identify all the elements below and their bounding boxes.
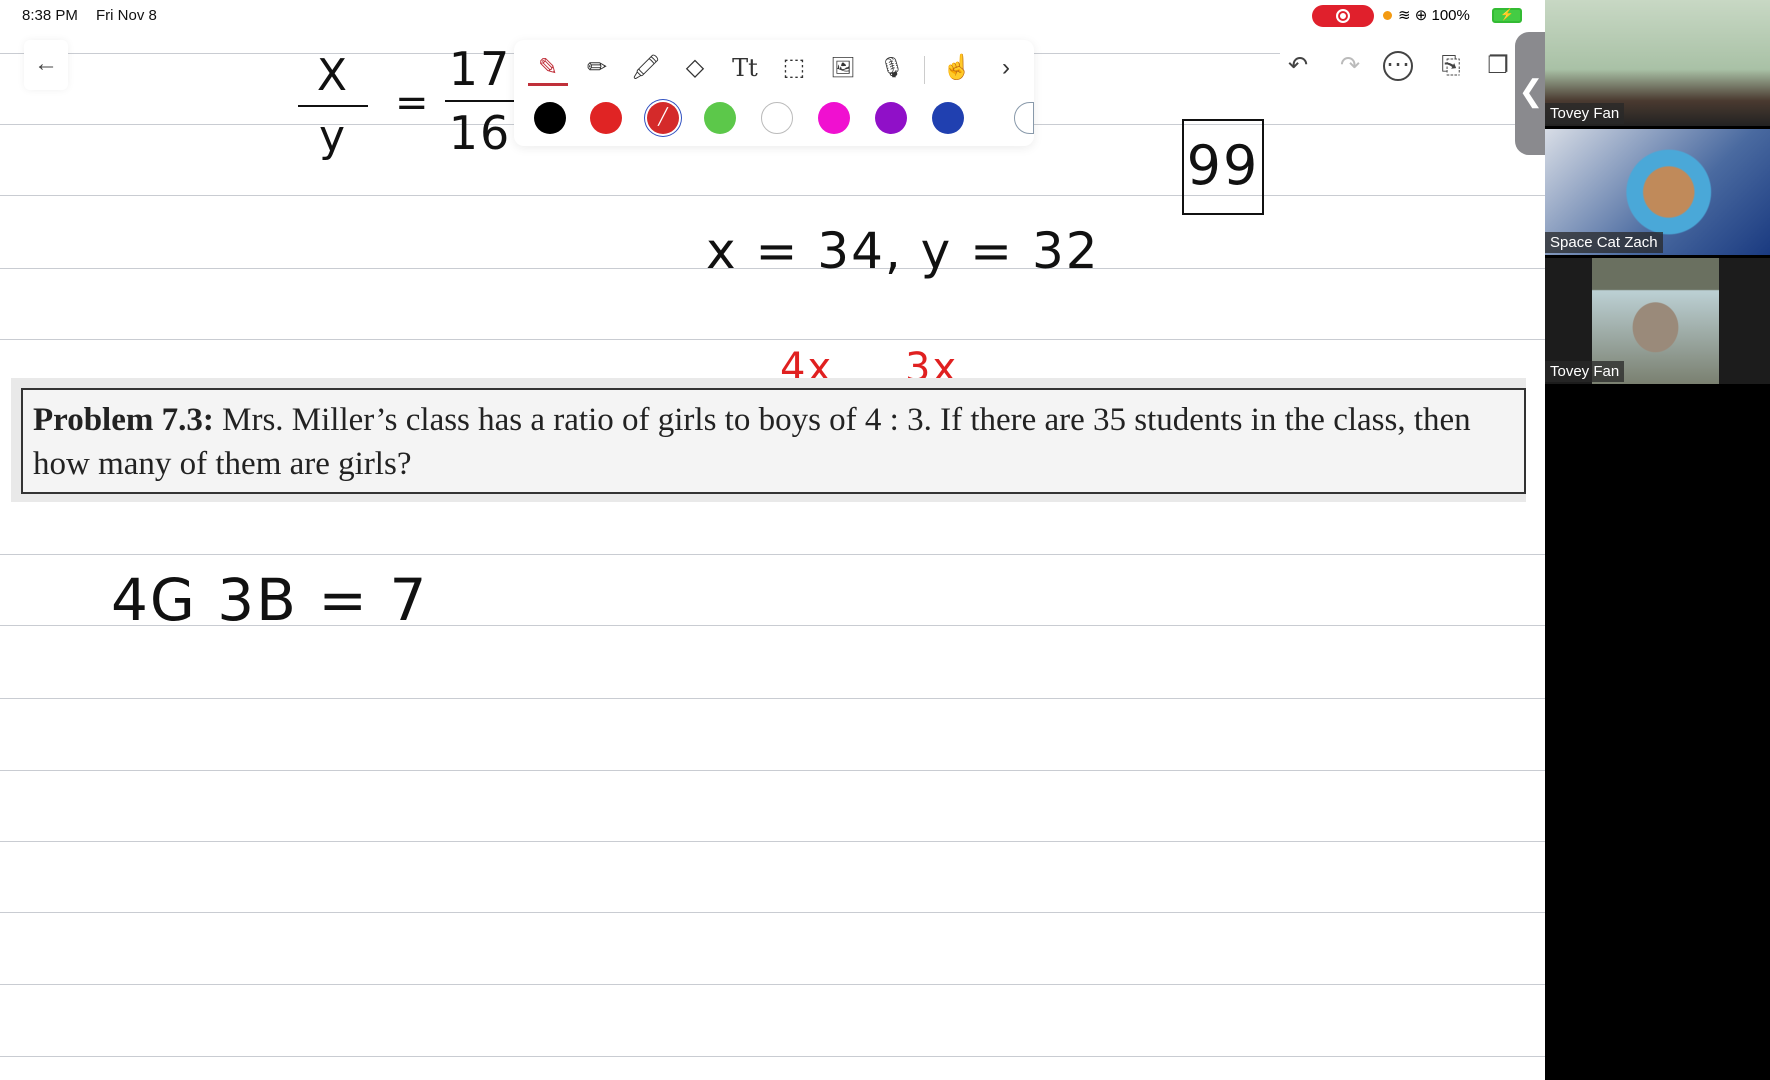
ruled-line	[0, 554, 1545, 555]
more-options-icon[interactable]: ⋯	[1383, 51, 1413, 81]
back-button[interactable]: ←	[24, 40, 68, 90]
status-date: Fri Nov 8	[96, 7, 157, 24]
handwritten-work: 4G 3B = 7	[111, 566, 429, 634]
fraction-numerator: 17	[448, 42, 512, 96]
problem-text: Mrs. Miller’s class has a ratio of girls…	[33, 402, 1471, 482]
color-green[interactable]	[704, 102, 736, 134]
ruled-line	[0, 770, 1545, 771]
right-toolbar: ↶ ↷ ⋯ ⎘ ❐	[1280, 40, 1520, 90]
color-white[interactable]	[761, 102, 793, 134]
lasso-select-icon[interactable]: ⬚	[774, 48, 814, 88]
fraction-denominator: y	[318, 111, 348, 162]
highlighter-tool-icon[interactable]: 🖍	[626, 48, 666, 88]
redo-icon[interactable]: ↷	[1332, 48, 1368, 84]
handwritten-solution: x = 34, y = 32	[706, 222, 1100, 280]
custom-color-button[interactable]	[1014, 102, 1034, 134]
participant-name: Tovey Fan	[1545, 361, 1625, 382]
divider	[924, 56, 925, 84]
pencil-tool-icon[interactable]: ✏	[577, 48, 617, 88]
participant-name: Space Cat Zach	[1545, 232, 1663, 253]
ruled-line	[0, 841, 1545, 842]
undo-icon[interactable]: ↶	[1280, 48, 1316, 84]
video-panel-toggle[interactable]: ❮	[1515, 32, 1547, 155]
ruled-line	[0, 195, 1545, 196]
image-icon[interactable]: 🖼	[823, 48, 863, 88]
ruled-line	[0, 984, 1545, 985]
ruled-line	[0, 912, 1545, 913]
video-tile[interactable]: Tovey Fan	[1545, 258, 1770, 384]
color-magenta[interactable]	[818, 102, 850, 134]
pages-icon[interactable]: ❐	[1480, 48, 1516, 84]
video-tile[interactable]: Space Cat Zach	[1545, 129, 1770, 255]
microphone-icon[interactable]: 🎙	[872, 48, 912, 88]
color-purple[interactable]	[875, 102, 907, 134]
handwritten-fraction-17-16: 17 16	[445, 42, 515, 160]
text-tool-icon[interactable]: Tt	[725, 48, 765, 88]
video-participants-panel: Tovey Fan Space Cat Zach Tovey Fan	[1545, 0, 1770, 1080]
video-tile[interactable]: Tovey Fan	[1545, 0, 1770, 126]
mic-indicator-dot	[1383, 11, 1392, 20]
handwritten-equals: =	[395, 80, 431, 126]
status-time: 8:38 PM	[22, 7, 78, 24]
color-red[interactable]	[590, 102, 622, 134]
drawing-toolbar: ✎ ✏ 🖍 ◇ Tt ⬚ 🖼 🎙 ☝ › ╱	[514, 40, 1034, 146]
wifi-icon: ≋ ⊕ 100%	[1398, 7, 1470, 24]
handwritten-boxed-answer: 99	[1182, 119, 1264, 215]
pen-tool-icon[interactable]: ✎	[528, 48, 568, 86]
fraction-denominator: 16	[448, 106, 512, 160]
color-black[interactable]	[534, 102, 566, 134]
color-red-selected[interactable]: ╱	[647, 102, 679, 134]
participant-name: Tovey Fan	[1545, 103, 1625, 124]
battery-charging-icon: ⚡	[1492, 8, 1522, 23]
problem-label: Problem 7.3:	[33, 402, 214, 438]
ruled-line	[0, 698, 1545, 699]
problem-image: Problem 7.3: Mrs. Miller’s class has a r…	[11, 378, 1526, 502]
eraser-tool-icon[interactable]: ◇	[675, 48, 715, 88]
battery-percent: 100%	[1431, 7, 1470, 24]
export-page-icon[interactable]: ⎘	[1433, 48, 1469, 84]
touch-hand-icon[interactable]: ☝	[937, 48, 977, 88]
notebook-page[interactable]: X y = 17 16 99 x = 34, y = 32 4x 3x Prob…	[0, 0, 1547, 1080]
ruled-line	[0, 1056, 1545, 1057]
more-tools-chevron-icon[interactable]: ›	[986, 48, 1026, 88]
back-arrow-icon: ←	[34, 50, 58, 77]
ruled-line	[0, 339, 1545, 340]
fraction-numerator: X	[316, 50, 350, 101]
handwritten-fraction-xy: X y	[298, 50, 368, 162]
color-blue[interactable]	[932, 102, 964, 134]
screen-record-icon[interactable]	[1312, 5, 1374, 27]
chevron-left-icon: ❮	[1518, 75, 1544, 108]
